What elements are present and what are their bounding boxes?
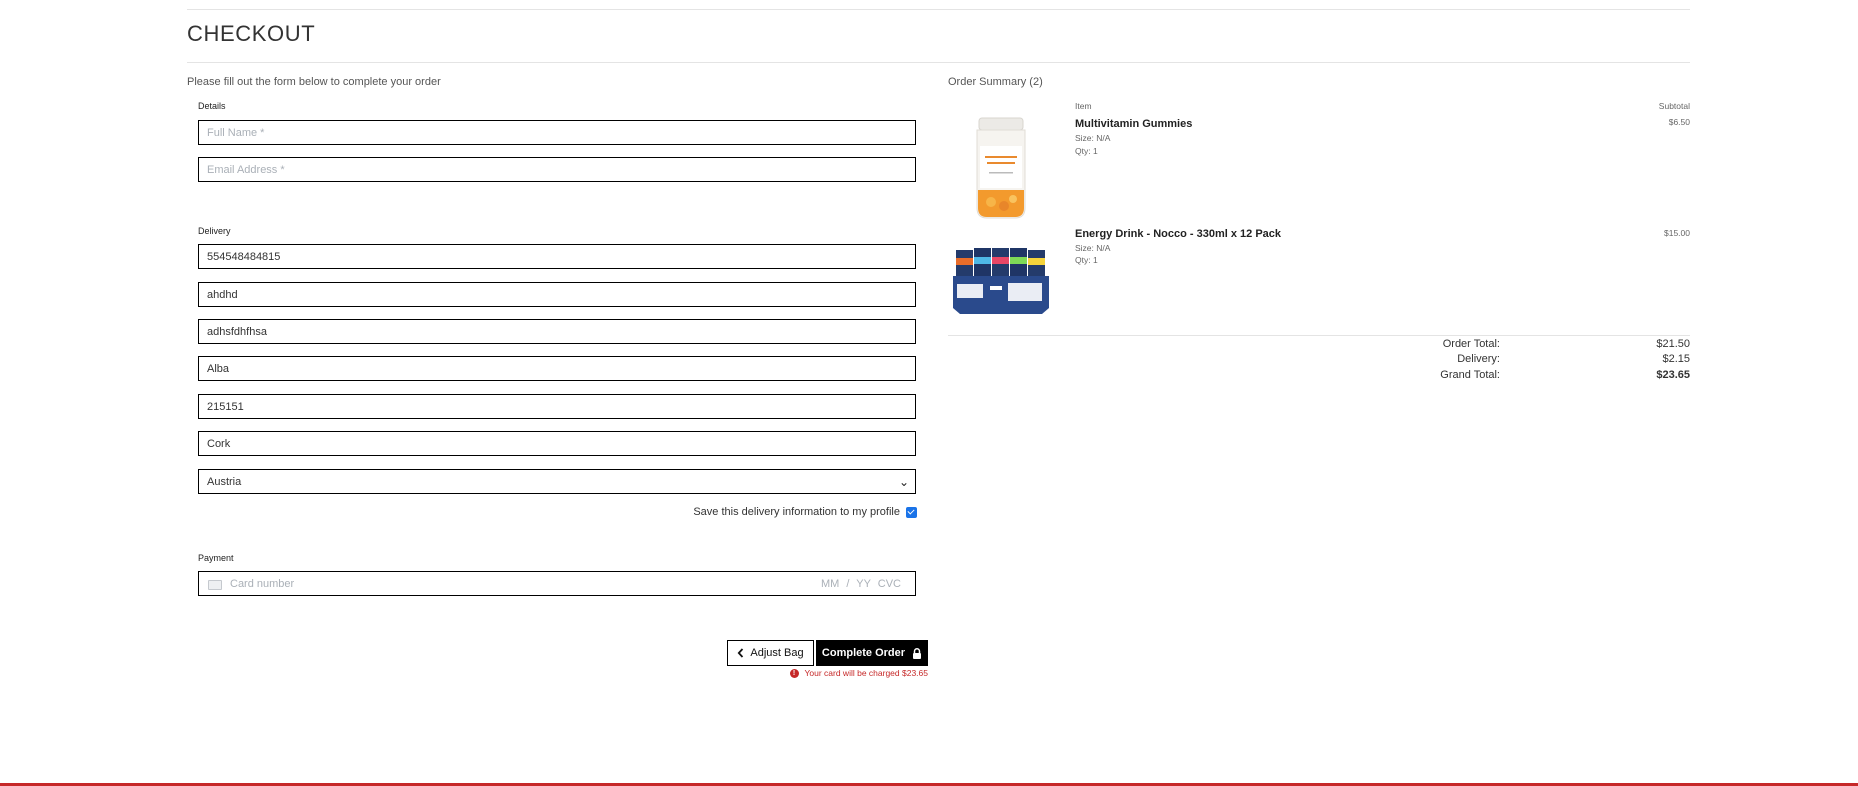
full-name-input[interactable]: Full Name *: [198, 120, 916, 145]
country-select-value: Austria: [207, 476, 242, 488]
item-qty: Qty: 1: [1075, 146, 1098, 156]
town-input[interactable]: adhsfdhfhsa: [198, 319, 916, 344]
lock-icon: [913, 647, 922, 659]
payment-label: Payment: [198, 553, 234, 563]
item-qty: Qty: 1: [1075, 255, 1098, 265]
street-address2-input[interactable]: 215151: [198, 394, 916, 419]
item-size: Size: N/A: [1075, 133, 1111, 143]
postcode-input[interactable]: ahdhd: [198, 282, 916, 307]
charge-warning-text: Your card will be charged $23.65: [804, 668, 929, 678]
order-summary-title: Order Summary (2): [948, 76, 1043, 88]
street-address1-input[interactable]: Alba: [198, 356, 916, 381]
title-divider: [187, 62, 1690, 63]
grand-total-value: $23.65: [1656, 369, 1690, 381]
adjust-bag-label: Adjust Bag: [750, 647, 804, 659]
delivery-label: Delivery: [198, 226, 231, 236]
card-number-placeholder: Card number: [230, 578, 295, 590]
subtotal-column-header: Subtotal: [1658, 101, 1690, 111]
item-name: Multivitamin Gummies: [1075, 118, 1193, 130]
phone-number-input[interactable]: 554548484815: [198, 244, 916, 269]
form-instructions: Please fill out the form below to comple…: [187, 76, 441, 88]
save-info-row: Save this delivery information to my pro…: [693, 506, 917, 518]
adjust-bag-button[interactable]: Adjust Bag: [727, 640, 814, 666]
save-info-label: Save this delivery information to my pro…: [693, 506, 900, 518]
delivery-cost-label: Delivery:: [1457, 353, 1500, 365]
delivery-cost-value: $2.15: [1662, 353, 1690, 365]
alert-circle-icon: !: [789, 668, 799, 678]
complete-order-label: Complete Order: [821, 647, 906, 659]
chevron-left-icon: [737, 648, 744, 658]
summary-divider: [948, 335, 1690, 336]
email-input[interactable]: Email Address *: [198, 157, 916, 182]
expiry-cvc-placeholder: MM / YY CVC: [820, 578, 901, 590]
item-size: Size: N/A: [1075, 243, 1111, 253]
chevron-down-icon: ⌄: [898, 475, 909, 489]
nocco-energy-drink-image: [953, 248, 1049, 314]
save-info-checkbox[interactable]: [906, 506, 917, 518]
item-column-header: Item: [1075, 101, 1092, 111]
details-label: Details: [198, 101, 226, 111]
order-total-value: $21.50: [1656, 338, 1690, 350]
card-element[interactable]: Card number MM / YY CVC: [198, 571, 916, 596]
multivitamin-gummies-image: [976, 117, 1026, 219]
item-name: Energy Drink - Nocco - 330ml x 12 Pack: [1075, 228, 1282, 240]
county-input[interactable]: Cork: [198, 431, 916, 456]
page-title: CHECKOUT: [187, 21, 316, 46]
complete-order-button[interactable]: Complete Order: [816, 640, 928, 666]
order-total-label: Order Total:: [1442, 338, 1500, 350]
country-select[interactable]: Austria ⌄: [198, 469, 916, 494]
item-price: $15.00: [1664, 228, 1690, 238]
top-divider: [187, 9, 1690, 10]
grand-total-label: Grand Total:: [1440, 369, 1500, 381]
credit-card-icon: [208, 580, 222, 590]
item-price: $6.50: [1668, 117, 1690, 127]
charge-warning: ! Your card will be charged $23.65: [789, 668, 929, 678]
